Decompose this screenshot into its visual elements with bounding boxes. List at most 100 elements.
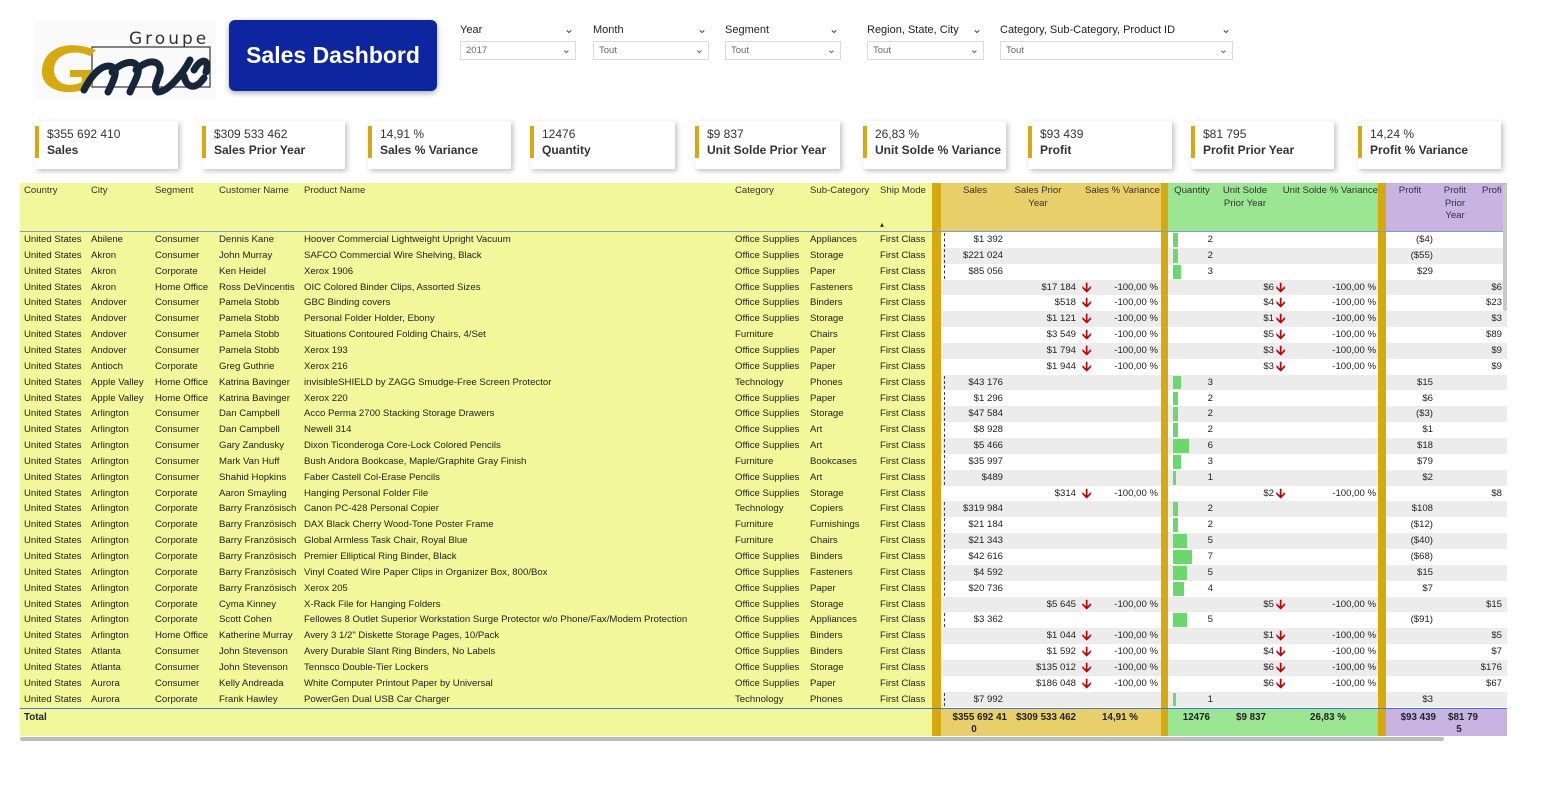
down-arrow-icon: 🡫 (1082, 279, 1092, 295)
table-cell: First Class (880, 693, 926, 705)
table-cell: OIC Colored Binder Clips, Assorted Sizes (304, 281, 481, 293)
band-separator-header (932, 183, 941, 231)
table-cell: $2 (1422, 471, 1433, 483)
filter-segment[interactable]: Segment ⌄ Tout ⌄ (725, 22, 841, 66)
column-header[interactable]: Sales Prior Year (1010, 185, 1066, 210)
table-cell: United States (24, 614, 82, 626)
table-cell: $8 (1491, 487, 1502, 499)
table-cell: -100,00 % (1114, 360, 1158, 372)
table-cell: Frank Hawley (219, 693, 278, 705)
column-header[interactable]: Sales (945, 185, 987, 198)
column-header[interactable]: Sub-Category (810, 185, 880, 198)
filter-month-dropdown[interactable]: Tout ⌄ (593, 41, 709, 60)
table-cell: United States (24, 551, 82, 562)
filter-month[interactable]: Month ⌄ Tout ⌄ (593, 22, 709, 66)
table-cell: Barry Französisch (219, 519, 297, 531)
table-cell: Phones (810, 376, 843, 388)
table-cell: ($4) (1415, 234, 1433, 245)
down-arrow-icon: 🡫 (1276, 485, 1286, 501)
filter-region-dropdown[interactable]: Tout ⌄ (867, 41, 984, 60)
sales-data-bar (944, 581, 946, 596)
down-arrow-icon: 🡫 (1276, 659, 1286, 675)
table-cell: $319 984 (962, 503, 1003, 515)
table-cell: First Class (880, 551, 926, 562)
column-header[interactable]: Sales % Variance (1078, 185, 1160, 198)
table-cell: 3 (1207, 455, 1213, 467)
table-cell: Corporate (155, 519, 198, 531)
sales-data-bar (944, 692, 946, 707)
quantity-data-bar (1173, 470, 1176, 485)
table-cell: Appliances (810, 614, 857, 626)
sales-matrix-table[interactable]: Country City Segment Customer Name Product N… (20, 183, 1507, 736)
filter-year-dropdown[interactable]: 2017 ⌄ (460, 41, 576, 60)
table-cell: Paper (810, 344, 836, 356)
table-cell: Office Supplies (735, 297, 800, 309)
chevron-down-icon[interactable]: ⌄ (1221, 22, 1231, 36)
column-header[interactable]: Quantity (1170, 185, 1214, 198)
table-cell: United States (24, 249, 82, 261)
filter-segment-dropdown[interactable]: Tout ⌄ (725, 41, 841, 60)
chevron-down-icon[interactable]: ⌄ (972, 22, 982, 36)
table-cell: $1 044 (1046, 630, 1076, 642)
table-cell: Arlington (91, 503, 129, 515)
column-header[interactable]: City (91, 185, 151, 198)
sales-data-bar (944, 391, 946, 406)
quantity-data-bar (1173, 565, 1187, 580)
kpi-label: Sales Prior Year (214, 143, 306, 157)
column-header[interactable]: Profit (1388, 185, 1432, 198)
down-arrow-icon: 🡫 (1082, 628, 1092, 644)
table-cell: United States (24, 582, 82, 594)
sales-data-bar (944, 454, 946, 469)
table-cell: Andover (91, 344, 127, 356)
table-cell: 2 (1207, 392, 1213, 404)
table-cell: Arlington (91, 455, 129, 467)
down-arrow-icon: 🡫 (1276, 311, 1286, 327)
chevron-down-icon[interactable]: ⌄ (829, 22, 839, 36)
column-header[interactable]: Unit Solde Prior Year (1215, 185, 1275, 210)
column-header[interactable]: Country (24, 185, 84, 198)
table-cell: -100,00 % (1332, 677, 1376, 689)
table-cell: $6 (1491, 281, 1502, 293)
column-header[interactable]: Category (735, 185, 807, 198)
table-cell: $4 (1263, 646, 1274, 658)
quantity-data-bar (1173, 692, 1176, 707)
horizontal-scrollbar[interactable] (20, 737, 1444, 741)
table-cell: Fasteners (810, 281, 853, 293)
vertical-scrollbar[interactable] (1503, 185, 1507, 311)
table-cell: Gary Zandusky (219, 440, 285, 452)
table-cell: $1 296 (973, 392, 1003, 404)
column-header[interactable]: Ship Mode (880, 185, 932, 198)
chevron-down-icon[interactable]: ⌄ (697, 22, 707, 36)
table-cell: $21 184 (968, 519, 1003, 531)
filter-category-dropdown[interactable]: Tout ⌄ (1000, 41, 1233, 60)
table-cell: First Class (880, 392, 926, 404)
table-cell: ($12) (1410, 519, 1433, 531)
kpi-value: $309 533 462 (214, 127, 288, 141)
table-cell: Katherine Murray (219, 630, 293, 642)
table-cell: Chairs (810, 329, 838, 341)
table-cell: Barry Französisch (219, 535, 297, 547)
kpi-label: Sales % Variance (380, 143, 479, 157)
filter-region[interactable]: Region, State, City ⌄ Tout ⌄ (867, 22, 984, 66)
column-header[interactable]: Customer Name (219, 185, 301, 198)
table-cell: $1 121 (1046, 313, 1076, 325)
dashboard-title: Sales Dashbord (246, 42, 420, 68)
filter-year[interactable]: Year ⌄ 2017 ⌄ (460, 22, 576, 66)
filter-category[interactable]: Category, Sub-Category, Product ID ⌄ Tou… (1000, 22, 1233, 66)
total-row-bg (20, 708, 932, 736)
filter-category-value: Tout (1006, 45, 1024, 56)
table-cell: Ken Heidel (219, 265, 266, 277)
column-header[interactable]: Segment (155, 185, 215, 198)
quantity-data-bar (1173, 613, 1187, 628)
sort-ascending-icon[interactable]: ▴ (880, 219, 884, 232)
column-header[interactable]: Product Name (304, 185, 604, 198)
table-cell: Avery 3 1/2" Diskette Storage Pages, 10/… (304, 630, 500, 642)
dashboard-title-button[interactable]: Sales Dashbord (229, 20, 437, 91)
table-cell: First Class (880, 630, 926, 642)
column-header[interactable]: Unit Solde % Variance (1276, 185, 1378, 198)
table-cell: Andover (91, 313, 127, 325)
kpi-label: Profit Prior Year (1203, 143, 1295, 157)
column-header[interactable]: Profit Prior Year (1435, 185, 1475, 223)
chevron-down-icon[interactable]: ⌄ (564, 22, 574, 36)
down-arrow-icon: 🡫 (1082, 295, 1092, 311)
